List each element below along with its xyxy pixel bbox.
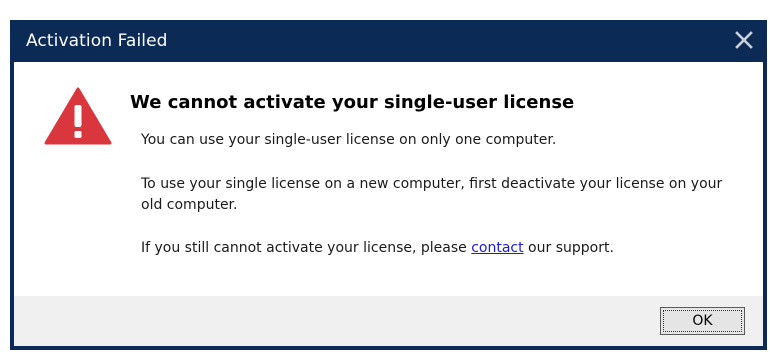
warning-triangle-icon <box>44 87 112 145</box>
dialog-body: We cannot activate your single-user lice… <box>14 62 763 346</box>
message-paragraph-1: You can use your single-user license on … <box>141 132 557 148</box>
dialog-title: Activation Failed <box>26 31 168 51</box>
message-area: We cannot activate your single-user lice… <box>14 62 763 296</box>
button-bar: OK <box>14 296 763 346</box>
title-bar[interactable]: Activation Failed <box>14 20 763 62</box>
message-paragraph-3: If you still cannot activate your licens… <box>141 238 741 259</box>
error-heading: We cannot activate your single-user lice… <box>130 92 575 113</box>
close-button[interactable] <box>727 23 761 57</box>
ok-button[interactable]: OK <box>660 307 745 335</box>
contact-link[interactable]: contact <box>471 240 523 256</box>
activation-failed-dialog: Activation Failed We cannot activate you… <box>10 20 767 350</box>
message-paragraph-2: To use your single license on a new comp… <box>141 176 723 213</box>
paragraph-3-text-after: our support. <box>523 240 614 256</box>
close-icon <box>735 31 753 49</box>
paragraph-3-text-before: If you still cannot activate your licens… <box>141 240 472 256</box>
